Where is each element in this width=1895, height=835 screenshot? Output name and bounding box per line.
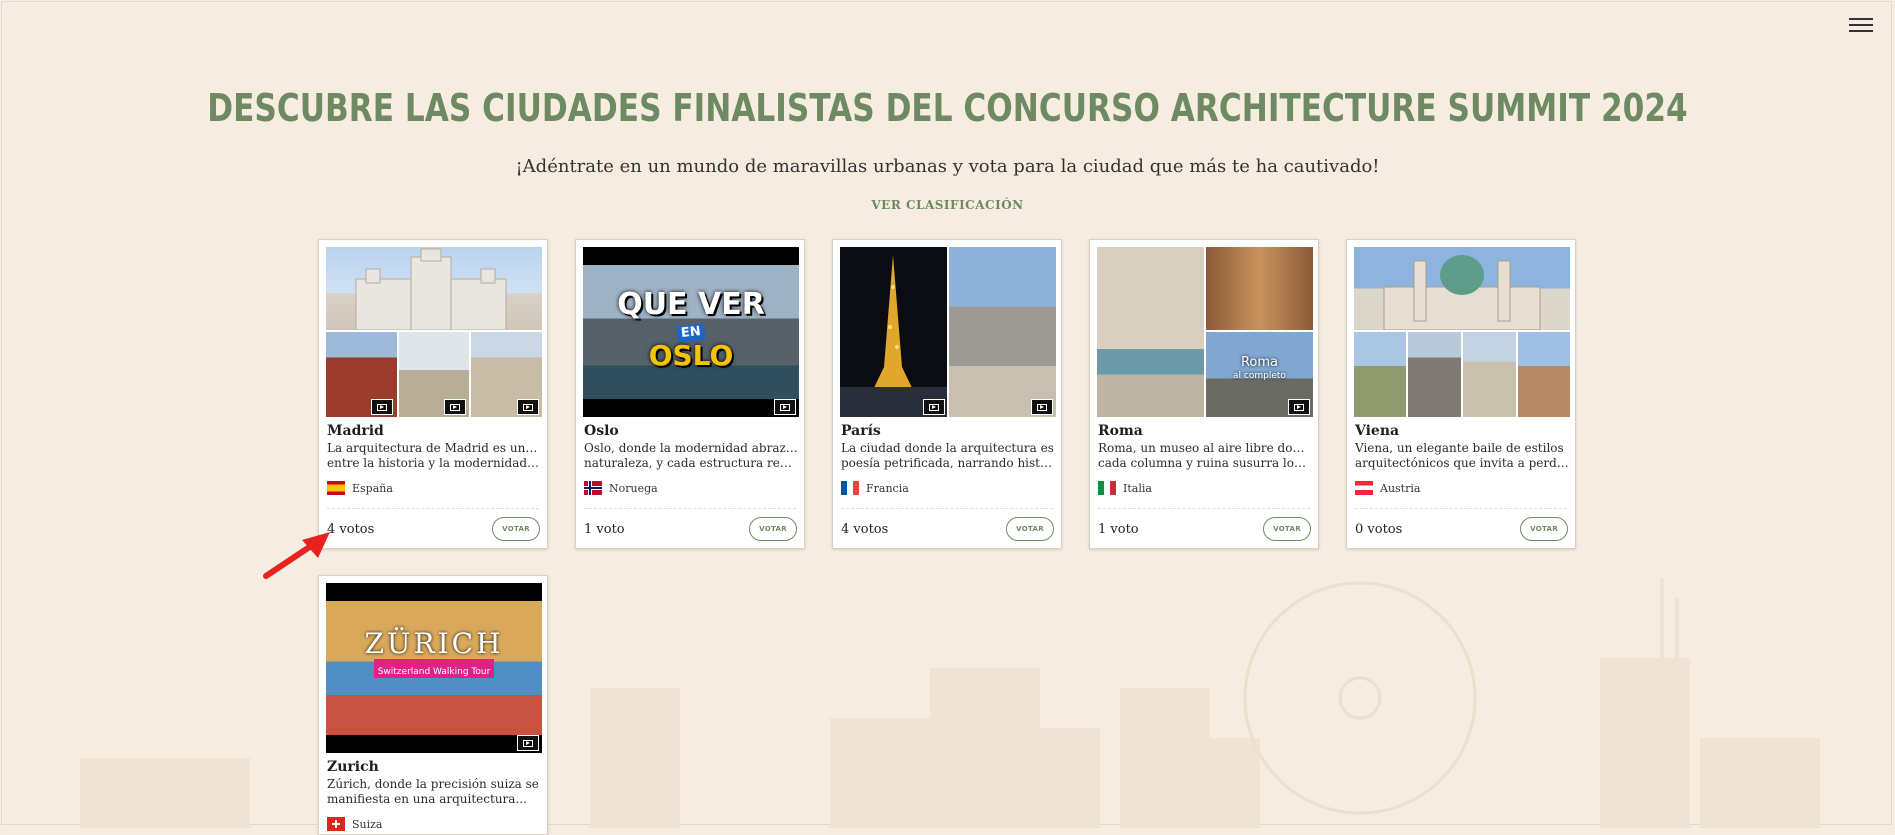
video-play-icon[interactable] — [517, 399, 539, 415]
hamburger-menu-icon[interactable] — [1849, 14, 1873, 36]
city-description: Roma, un museo al aire libre donde cada c… — [1098, 441, 1312, 470]
vote-button[interactable]: VOTAR — [1006, 517, 1054, 541]
video-play-icon[interactable] — [1288, 399, 1310, 415]
divider — [1355, 508, 1567, 509]
divider — [1098, 508, 1310, 509]
city-card-oslo: QUE VER EN OSLO Oslo Oslo, donde la mode… — [575, 239, 805, 549]
ranking-link[interactable]: VER CLASIFICACIÓN — [0, 198, 1895, 212]
vote-count: 4 votos — [841, 522, 889, 537]
italy-flag-icon — [1098, 481, 1116, 495]
city-thumbnail-madrid[interactable] — [326, 247, 542, 417]
divider — [327, 508, 539, 509]
country-label: Italia — [1098, 480, 1152, 496]
page-title: DESCUBRE LAS CIUDADES FINALISTAS DEL CON… — [207, 86, 1688, 130]
austria-flag-icon — [1355, 481, 1373, 495]
city-card-roma: Roma al completo Roma Roma, un museo al … — [1089, 239, 1319, 549]
vote-count: 0 votos — [1355, 522, 1403, 537]
city-description: Zúrich, donde la precisión suiza se manif… — [327, 777, 539, 806]
city-description: Viena, un elegante baile de estilos arqui… — [1355, 441, 1569, 470]
vote-button[interactable]: VOTAR — [1263, 517, 1311, 541]
city-name: París — [841, 423, 881, 439]
switzerland-flag-icon — [327, 817, 345, 831]
country-label: Francia — [841, 480, 909, 496]
video-play-icon[interactable] — [517, 735, 539, 751]
divider — [841, 508, 1053, 509]
page-subtitle: ¡Adéntrate en un mundo de maravillas urb… — [515, 156, 1380, 177]
spain-flag-icon — [327, 481, 345, 495]
country-label: Noruega — [584, 480, 658, 496]
city-thumbnail-oslo[interactable]: QUE VER EN OSLO — [583, 247, 799, 417]
city-thumbnail-zurich[interactable]: ZÜRICH Switzerland Walking Tour — [326, 583, 542, 753]
city-card-madrid: Madrid La arquitectura de Madrid es un d… — [318, 239, 548, 549]
video-play-icon[interactable] — [444, 399, 466, 415]
thumbnail-title: Roma al completo — [1233, 355, 1286, 382]
country-label: Suiza — [327, 816, 383, 832]
annotation-arrow-icon — [263, 532, 330, 579]
vote-button[interactable]: VOTAR — [749, 517, 797, 541]
city-skyline-background — [80, 578, 1820, 828]
city-name: Oslo — [584, 423, 619, 439]
vote-count: 1 voto — [584, 522, 625, 537]
divider — [584, 508, 796, 509]
city-thumbnail-paris[interactable] — [840, 247, 1056, 417]
vote-count: 4 votos — [327, 522, 375, 537]
city-description: La arquitectura de Madrid es un diálogoe… — [327, 441, 541, 470]
city-name: Viena — [1355, 423, 1400, 439]
vote-button[interactable]: VOTAR — [1520, 517, 1568, 541]
video-play-icon[interactable] — [1031, 399, 1053, 415]
city-card-zurich: ZÜRICH Switzerland Walking Tour Zurich Z… — [318, 575, 548, 835]
france-flag-icon — [841, 481, 859, 495]
city-description: Oslo, donde la modernidad abraza la natur… — [584, 441, 798, 470]
country-label: España — [327, 480, 393, 496]
country-label: Austria — [1355, 480, 1420, 496]
city-name: Zurich — [327, 759, 379, 775]
thumbnail-title: QUE VER EN OSLO — [617, 287, 765, 372]
city-thumbnail-viena[interactable] — [1354, 247, 1570, 417]
thumbnail-title: ZÜRICH Switzerland Walking Tour — [364, 627, 504, 678]
city-name: Madrid — [327, 423, 384, 439]
vote-count: 1 voto — [1098, 522, 1139, 537]
city-description: La ciudad donde la arquitectura es poesía… — [841, 441, 1055, 470]
video-play-icon[interactable] — [371, 399, 393, 415]
vote-button[interactable]: VOTAR — [492, 517, 540, 541]
city-name: Roma — [1098, 423, 1143, 439]
norway-flag-icon — [584, 481, 602, 495]
city-card-viena: Viena Viena, un elegante baile de estilo… — [1346, 239, 1576, 549]
city-card-paris: París La ciudad donde la arquitectura es… — [832, 239, 1062, 549]
city-thumbnail-roma[interactable]: Roma al completo — [1097, 247, 1313, 417]
video-play-icon[interactable] — [774, 399, 796, 415]
video-play-icon[interactable] — [923, 399, 945, 415]
